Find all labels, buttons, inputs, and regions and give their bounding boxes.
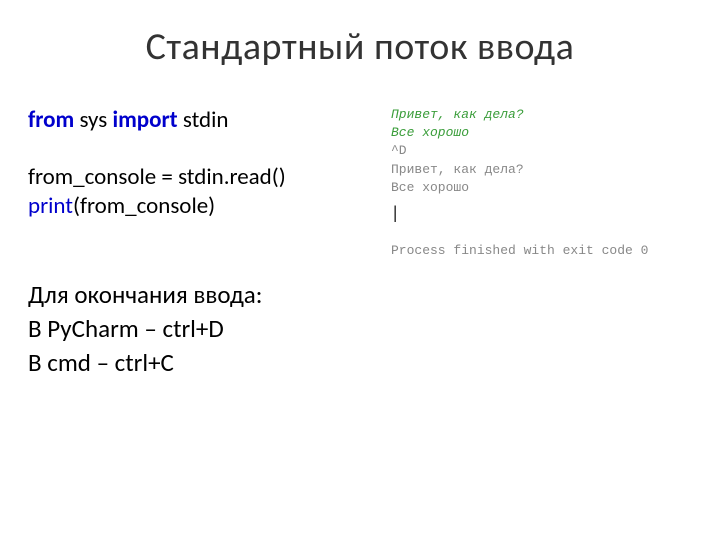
notes-block: Для окончания ввода: В PyCharm – ctrl+D … <box>28 278 383 379</box>
process-line: Process finished with exit code 0 <box>391 242 692 260</box>
slide-title: Стандартный поток ввода <box>0 0 720 70</box>
notes-cmd: В cmd – ctrl+C <box>28 346 383 380</box>
code-line-1: from sys import stdin <box>28 106 383 135</box>
console-output-2: Все хорошо <box>391 179 692 197</box>
fn-print: print <box>28 192 73 220</box>
keyword-import: import <box>112 106 177 134</box>
console-ctrl-d: ^D <box>391 142 692 160</box>
keyword-from: from <box>28 106 74 134</box>
text-sys: sys <box>74 106 112 134</box>
cursor-icon: | <box>391 201 692 226</box>
notes-pycharm: В PyCharm – ctrl+D <box>28 312 383 346</box>
console-block: Привет, как дела? Все хорошо ^D Привет, … <box>391 106 692 260</box>
blank-line <box>28 135 383 163</box>
content-area: from sys import stdin from_console = std… <box>0 70 720 380</box>
code-block: from sys import stdin from_console = std… <box>28 106 383 220</box>
console-output-1: Привет, как дела? <box>391 161 692 179</box>
console-input-2: Все хорошо <box>391 124 692 142</box>
code-line-3: print(from_console) <box>28 192 383 221</box>
console-input-1: Привет, как дела? <box>391 106 692 124</box>
text-rest: (from_console) <box>73 192 215 220</box>
right-column: Привет, как дела? Все хорошо ^D Привет, … <box>383 106 692 380</box>
code-line-2: from_console = stdin.read() <box>28 163 383 192</box>
text-stdin: stdin <box>178 106 229 134</box>
left-column: from sys import stdin from_console = std… <box>28 106 383 380</box>
notes-heading: Для окончания ввода: <box>28 278 383 312</box>
